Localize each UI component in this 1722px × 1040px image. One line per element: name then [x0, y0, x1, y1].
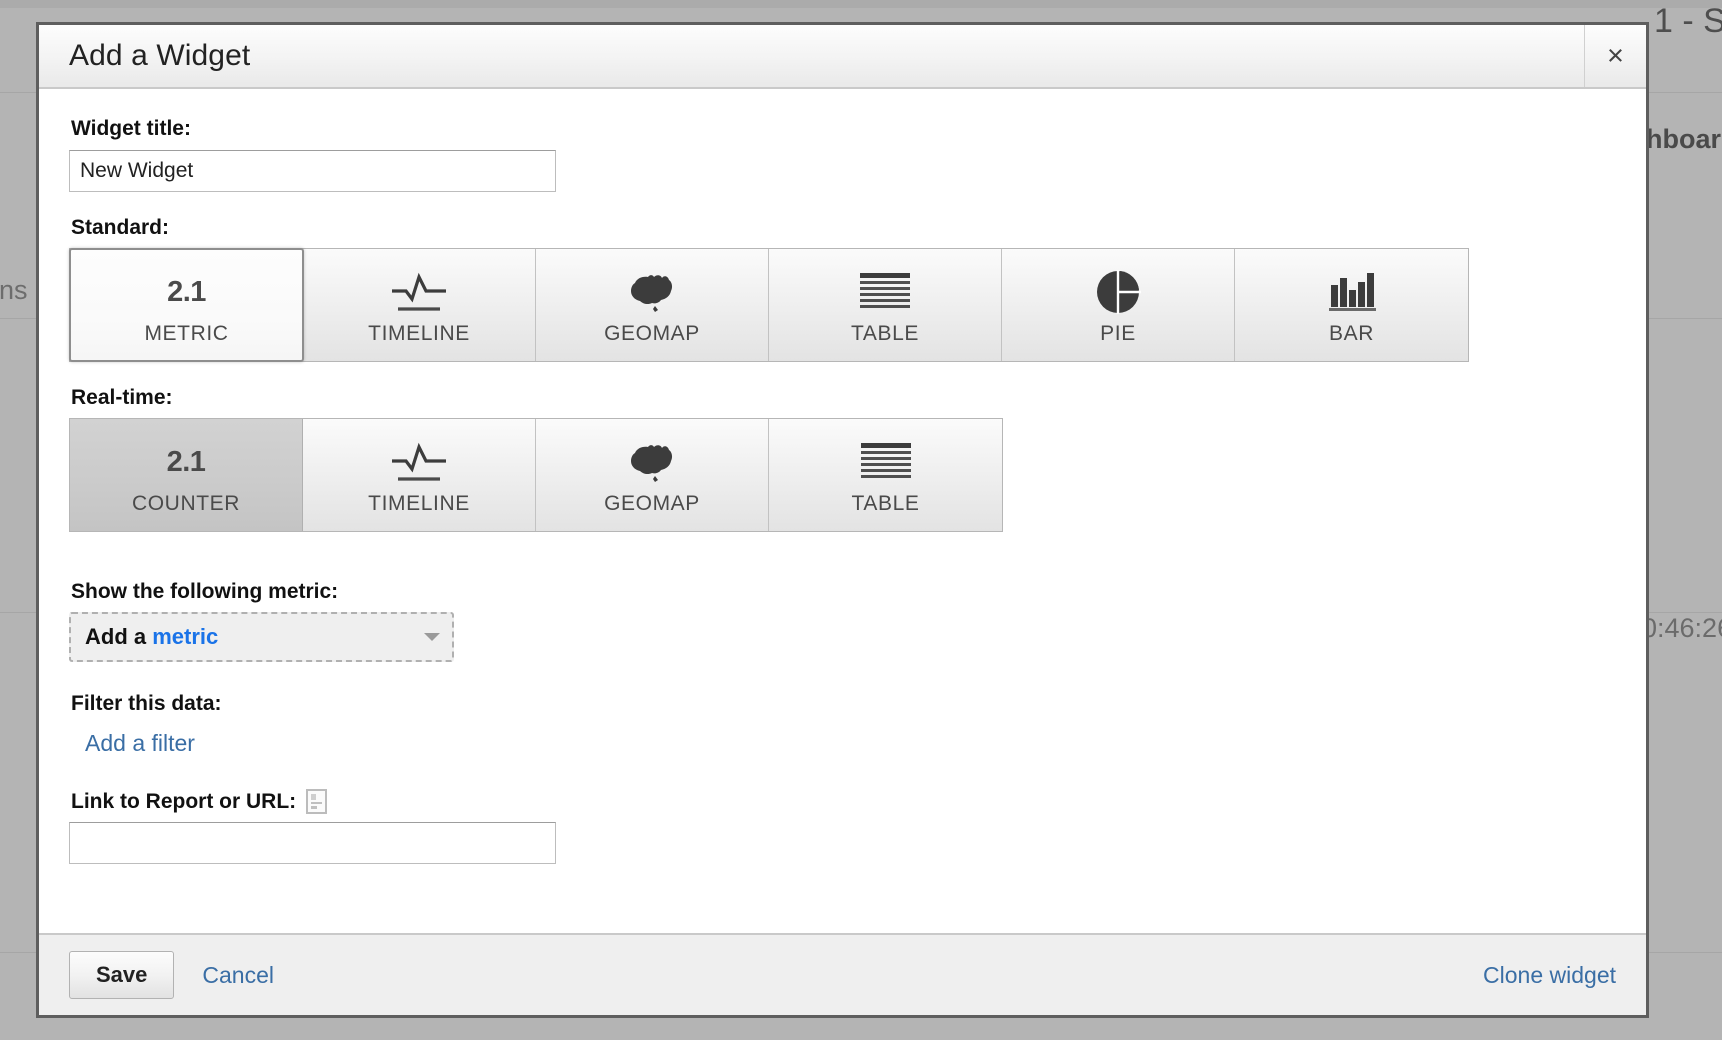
bg-text-dashboard: hboard — [1646, 124, 1722, 154]
dialog-header: Add a Widget × — [39, 25, 1646, 89]
timeline-icon — [388, 264, 450, 320]
widget-title-input[interactable] — [69, 150, 556, 192]
metric-value-text: 2.1 — [166, 445, 206, 478]
add-filter-link[interactable]: Add a filter — [85, 730, 195, 757]
bg-text-title: 1 - S — [1654, 2, 1722, 40]
widget-type-counter-button[interactable]: 2.1 COUNTER — [70, 419, 303, 531]
report-icon-block — [311, 794, 317, 800]
standard-widget-type-group: 2.1 METRIC TIMELINE GEOMAP TABLE PIE BAR — [69, 248, 1469, 362]
metric-label: Show the following metric: — [71, 580, 339, 603]
link-field-label: Link to Report or URL: — [71, 789, 297, 813]
geomap-icon — [623, 264, 681, 320]
number-2-1-icon: 2.1 — [167, 264, 206, 320]
widget-type-label: TIMELINE — [368, 322, 470, 345]
widget-type-label: TABLE — [851, 492, 920, 515]
timeline-icon — [388, 434, 450, 490]
number-2-1-icon: 2.1 — [167, 434, 206, 490]
bg-text-timer: 0:46:26 — [1642, 613, 1722, 643]
widget-type-label: METRIC — [144, 322, 229, 345]
add-metric-text: Add a metric — [85, 624, 218, 650]
cancel-link[interactable]: Cancel — [202, 962, 274, 989]
widget-type-label: GEOMAP — [604, 492, 700, 515]
bg-text-options: ons — [0, 275, 28, 305]
clone-widget-link[interactable]: Clone widget — [1483, 962, 1616, 989]
save-button[interactable]: Save — [69, 951, 175, 999]
add-metric-dropdown[interactable]: Add a metric — [69, 612, 454, 662]
filter-label: Filter this data: — [71, 692, 222, 715]
widget-type-bar-button[interactable]: BAR — [1235, 249, 1468, 361]
realtime-label: Real-time: — [71, 386, 173, 409]
close-icon[interactable]: × — [1584, 25, 1646, 87]
footer-left-actions: Save Cancel — [69, 951, 274, 999]
table-icon — [857, 434, 915, 490]
dialog-body: Widget title: Standard: 2.1 METRIC TIMELIN… — [39, 89, 1646, 933]
widget-type-table-button[interactable]: TABLE — [769, 419, 1002, 531]
widget-type-label: TABLE — [851, 322, 919, 345]
standard-label: Standard: — [71, 216, 170, 239]
bg-topbar — [0, 0, 1722, 8]
widget-type-label: COUNTER — [131, 492, 241, 515]
widget-type-table-button[interactable]: TABLE — [769, 249, 1002, 361]
pie-icon — [1093, 264, 1143, 320]
dialog-footer: Save Cancel Clone widget — [39, 933, 1646, 1015]
widget-title-label: Widget title: — [71, 117, 191, 140]
widget-type-label: PIE — [1100, 322, 1136, 345]
report-icon-line — [311, 806, 318, 809]
widget-type-geomap-button[interactable]: GEOMAP — [536, 419, 769, 531]
add-metric-prefix: Add a — [85, 624, 153, 649]
table-icon — [856, 264, 914, 320]
link-to-report-input[interactable] — [69, 822, 556, 864]
dialog-title: Add a Widget — [69, 39, 251, 72]
metric-value-text: 2.1 — [167, 275, 206, 308]
link-field-label-row: Link to Report or URL: — [71, 789, 1616, 814]
report-preview-icon — [306, 789, 328, 814]
widget-type-metric-button[interactable]: 2.1 METRIC — [69, 248, 304, 362]
widget-type-label: TIMELINE — [368, 492, 470, 515]
widget-type-label: BAR — [1329, 322, 1374, 345]
realtime-widget-type-group: 2.1 COUNTER TIMELINE GEOMAP TABLE — [69, 418, 1003, 532]
geomap-icon — [623, 434, 681, 490]
add-metric-link[interactable]: metric — [152, 624, 218, 649]
add-widget-dialog: Add a Widget × Widget title: Standard: 2… — [36, 22, 1649, 1018]
widget-type-timeline-button[interactable]: TIMELINE — [303, 249, 536, 361]
widget-type-label: GEOMAP — [604, 322, 700, 345]
report-icon-line — [311, 801, 323, 805]
widget-type-geomap-button[interactable]: GEOMAP — [536, 249, 769, 361]
chevron-down-icon — [424, 633, 440, 641]
widget-type-pie-button[interactable]: PIE — [1002, 249, 1235, 361]
widget-type-timeline-button[interactable]: TIMELINE — [303, 419, 536, 531]
bar-icon — [1324, 264, 1380, 320]
